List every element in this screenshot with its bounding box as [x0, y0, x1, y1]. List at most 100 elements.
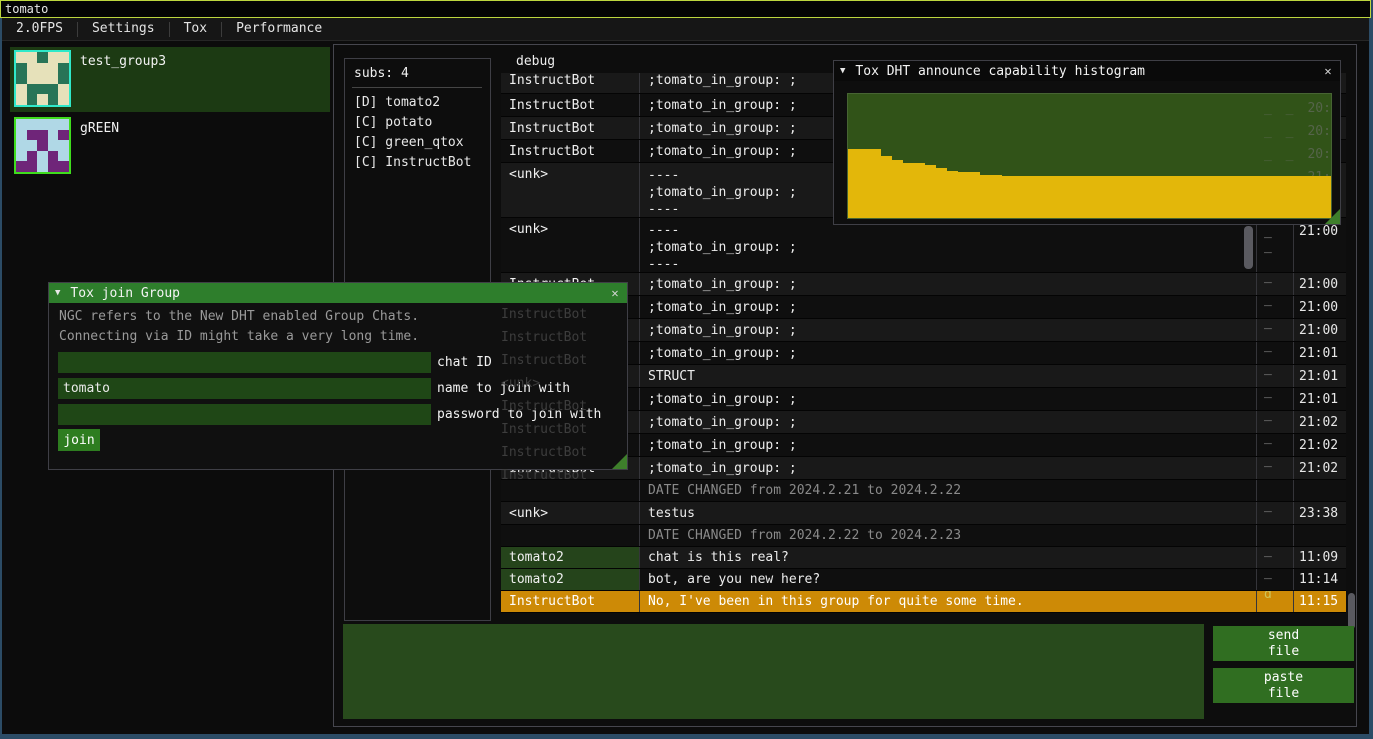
join-password-input[interactable]	[58, 404, 431, 425]
menu-bar: 2.0FPSSettingsToxPerformance	[2, 18, 1369, 41]
join-button[interactable]: join	[58, 429, 100, 451]
message-text: ;tomato_in_group: ;	[648, 392, 797, 407]
message-time: 23:38	[1299, 506, 1338, 521]
histogram-bar	[958, 172, 969, 218]
resize-grip-icon[interactable]	[612, 454, 627, 469]
join-group-window: ▼ Tox join Group ✕ NGC refers to the New…	[48, 282, 628, 470]
ghost-sender-name: InstructBot	[501, 399, 587, 414]
histogram-bar	[903, 163, 914, 218]
chat-id-input[interactable]	[58, 352, 431, 373]
message-text: ---- ;tomato_in_group: ; ----	[648, 167, 797, 217]
histogram-bar	[1200, 176, 1211, 218]
histogram-bar	[870, 149, 881, 218]
message-time: 21:00	[1299, 323, 1338, 338]
message-flags: _ _	[1264, 224, 1293, 254]
histogram-bar	[1024, 176, 1035, 218]
histogram-bar	[991, 175, 1002, 218]
close-icon[interactable]: ✕	[607, 285, 623, 301]
message-text: testus	[648, 506, 695, 521]
histogram-bar	[881, 156, 892, 218]
sender-name: tomato2	[509, 550, 564, 565]
app-window: tomato 2.0FPSSettingsToxPerformance test…	[0, 0, 1373, 739]
message-row[interactable]: <unk>---- ;tomato_in_group: ; ----_ _21:…	[501, 218, 1346, 273]
histogram-bar	[1232, 176, 1243, 218]
member-item-tomato2[interactable]: [D] tomato2	[354, 95, 440, 110]
message-row[interactable]: tomato2chat is this real?_ _11:09	[501, 547, 1346, 569]
sender-name: InstructBot	[509, 121, 595, 136]
sender-name: <unk>	[509, 167, 548, 182]
contact-name: gREEN	[80, 121, 119, 136]
message-flags: _ _	[1264, 273, 1293, 295]
menu-item-performance[interactable]: Performance	[222, 19, 336, 39]
message-row[interactable]: tomato2bot, are you new here?_ _11:14	[501, 569, 1346, 591]
date-separator-row[interactable]: DATE CHANGED from 2024.2.21 to 2024.2.22	[501, 480, 1346, 502]
chat-scrollbar[interactable]	[1348, 593, 1355, 629]
collapse-arrow-icon[interactable]: ▼	[840, 66, 845, 76]
member-item-green_qtox[interactable]: [C] green_qtox	[354, 135, 464, 150]
ghost-sender-name: InstructBot	[501, 353, 587, 368]
message-text: ;tomato_in_group: ;	[648, 144, 797, 159]
message-flags: _ _	[1264, 411, 1293, 433]
contact-avatar	[14, 117, 71, 174]
contact-item-gREEN[interactable]: gREEN	[10, 114, 330, 179]
sender-name: tomato2	[509, 572, 564, 587]
sender-name: InstructBot	[509, 144, 595, 159]
ghost-sender-name: InstructBot	[501, 468, 587, 483]
collapse-arrow-icon[interactable]: ▼	[55, 288, 60, 298]
join-name-input[interactable]	[58, 378, 431, 399]
sender-name: InstructBot	[509, 98, 595, 113]
send-file-button[interactable]: send file	[1213, 626, 1354, 661]
message-text: bot, are you new here?	[648, 572, 820, 587]
message-text: ;tomato_in_group: ;	[648, 438, 797, 453]
histogram-bar	[1057, 176, 1068, 218]
message-time: 21:01	[1299, 392, 1338, 407]
ghost-sender-name: InstructBot	[501, 445, 587, 460]
join-desc-line1: NGC refers to the New DHT enabled Group …	[59, 309, 419, 324]
join-group-titlebar[interactable]: ▼ Tox join Group ✕	[49, 283, 627, 303]
histogram-bar	[1068, 176, 1079, 218]
histogram-bar	[1002, 176, 1013, 218]
histogram-bar	[1276, 176, 1287, 218]
message-time: 21:01	[1299, 369, 1338, 384]
message-text: ;tomato_in_group: ;	[648, 277, 797, 292]
close-icon[interactable]: ✕	[1320, 63, 1336, 79]
message-cell-scrollbar[interactable]	[1244, 226, 1253, 269]
ghost-sender-name: InstructBot	[501, 422, 587, 437]
histogram-bar	[914, 163, 925, 218]
message-text: ;tomato_in_group: ;	[648, 415, 797, 430]
message-time: 21:00	[1299, 224, 1338, 239]
dht-histogram-titlebar[interactable]: ▼ Tox DHT announce capability histogram …	[834, 61, 1340, 81]
message-flags: _ _	[1264, 502, 1293, 524]
message-flags: _ _	[1264, 569, 1293, 590]
message-text: ;tomato_in_group: ;	[648, 323, 797, 338]
message-time: 21:02	[1299, 438, 1338, 453]
message-flags: _ _	[1264, 388, 1293, 410]
message-row[interactable]: <unk>testus_ _23:38	[501, 502, 1346, 525]
message-row[interactable]: InstructBotNo, I've been in this group f…	[501, 591, 1346, 613]
contact-item-test_group3[interactable]: test_group3	[10, 47, 330, 112]
menu-item-settings[interactable]: Settings	[78, 19, 169, 39]
histogram-bar	[848, 149, 859, 218]
message-time: 11:15	[1299, 594, 1338, 609]
histogram-bar	[1013, 176, 1024, 218]
ghost-sender-name: InstructBot	[501, 307, 587, 322]
message-text: ;tomato_in_group: ;	[648, 346, 797, 361]
window-titlebar[interactable]: tomato	[0, 0, 1371, 18]
histogram-bar	[1090, 176, 1101, 218]
histogram-bar	[859, 149, 870, 218]
member-item-InstructBot[interactable]: [C] InstructBot	[354, 155, 471, 170]
date-separator-row[interactable]: DATE CHANGED from 2024.2.22 to 2024.2.23	[501, 525, 1346, 547]
member-item-potato[interactable]: [C] potato	[354, 115, 432, 130]
histogram-bar	[969, 172, 980, 218]
window-title: tomato	[5, 2, 48, 16]
menu-item-tox[interactable]: Tox	[170, 19, 221, 39]
ghost-sender-name: <unk>	[501, 376, 540, 391]
message-input[interactable]	[343, 624, 1204, 719]
paste-file-button[interactable]: paste file	[1213, 668, 1354, 703]
histogram-bar	[1210, 176, 1221, 218]
histogram-bar	[1123, 176, 1134, 218]
dht-histogram-plot[interactable]: _ _20:40_ _20:40_ _20:41_ _21:00	[847, 93, 1332, 219]
histogram-bar	[1320, 176, 1331, 218]
message-flags: _ _	[1264, 319, 1293, 341]
tab-debug[interactable]: debug	[510, 53, 561, 70]
